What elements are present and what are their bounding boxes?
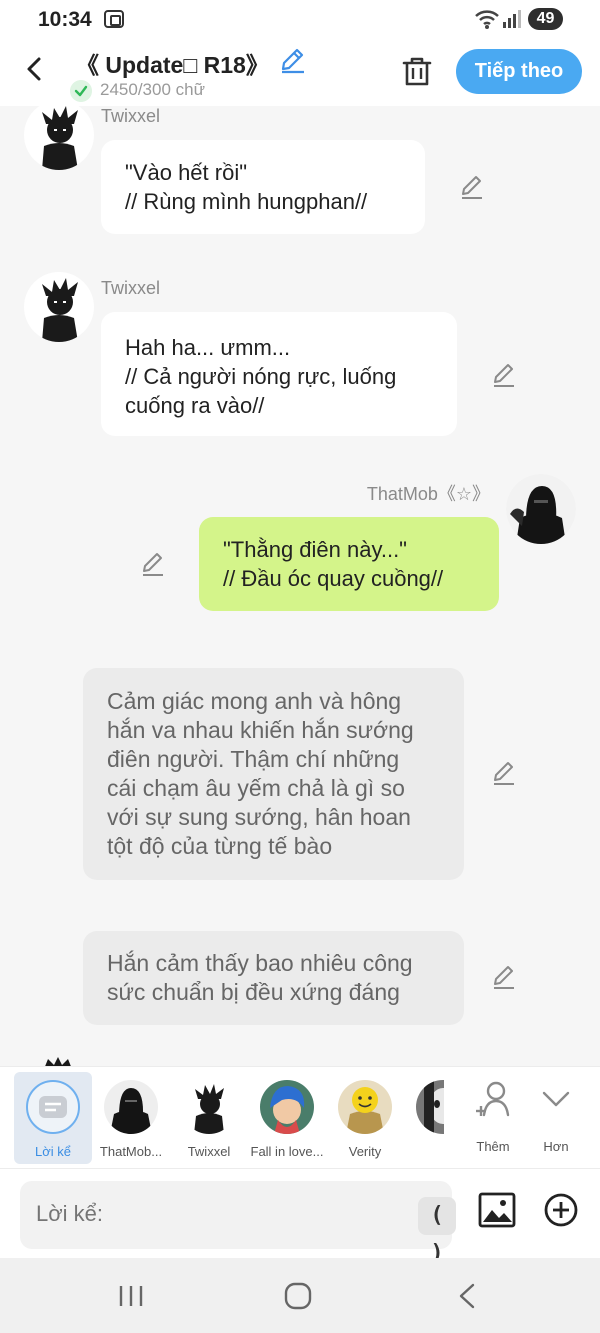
character-selector: Lời kể ThatMob... Twixxel Fall in love..… (0, 1066, 600, 1168)
message-bubble[interactable]: Hah ha... ưmm... // Cả người nóng rực, l… (101, 312, 457, 436)
status-time: 10:34 (38, 8, 92, 31)
composer-box[interactable]: ( ) (20, 1181, 456, 1266)
word-count: 2450/300 chữ (100, 80, 205, 99)
status-bar: 10:34 49 (0, 0, 600, 40)
wifi-icon (475, 10, 499, 29)
speaker-name: Twixxel (101, 106, 161, 126)
battery-indicator: 49 (528, 8, 563, 30)
home-icon[interactable] (284, 1282, 312, 1310)
avatar-twixxel[interactable] (24, 272, 94, 342)
speaker-name: ThatMob《☆》 (366, 484, 490, 504)
cast-item-verity[interactable]: Verity (326, 1072, 404, 1164)
cast-item-partial[interactable] (404, 1072, 444, 1164)
narration-bubble[interactable]: Cảm giác mong anh và hông hắn va nhau kh… (83, 668, 464, 880)
chevron-down-icon (542, 1091, 570, 1107)
cast-label: ThatMob... (99, 1144, 163, 1159)
add-person-icon (476, 1081, 510, 1117)
image-icon[interactable] (478, 1191, 516, 1229)
cast-item-fall-in-love[interactable]: Fall in love... (248, 1072, 326, 1164)
story-title: 《 Update□ R18》 (76, 52, 269, 78)
parentheses-button[interactable]: ( ) (418, 1197, 456, 1266)
message-bubble[interactable]: "Vào hết rồi" // Rùng mình hungphan// (101, 140, 425, 234)
edit-pencil-icon[interactable] (491, 760, 517, 786)
edit-pencil-icon[interactable] (491, 362, 517, 388)
spiky-hair-avatar (182, 1080, 236, 1134)
message-bubble[interactable]: "Thằng điên này..." // Đầu óc quay cuồng… (199, 517, 499, 611)
edit-title-pencil-icon[interactable] (278, 46, 306, 74)
screen-record-icon (104, 10, 124, 28)
trash-icon[interactable] (400, 54, 434, 88)
cast-item-twixxel[interactable]: Twixxel (170, 1072, 248, 1164)
edit-pencil-icon[interactable] (140, 551, 166, 577)
recent-apps-icon[interactable] (116, 1284, 146, 1308)
avatar-peek (40, 1056, 76, 1066)
avatar-twixxel[interactable] (24, 106, 94, 170)
hooded-figure-avatar (104, 1080, 158, 1134)
cast-item-narration[interactable]: Lời kể (14, 1072, 92, 1164)
mask-avatar (416, 1080, 444, 1134)
back-arrow-icon[interactable] (18, 52, 52, 86)
avatar-thatmob[interactable] (506, 474, 576, 544)
system-nav-bar (0, 1258, 600, 1333)
edit-pencil-icon[interactable] (491, 964, 517, 990)
nav-back-icon[interactable] (456, 1282, 478, 1310)
edit-pencil-icon[interactable] (459, 174, 485, 200)
signal-icon (503, 10, 521, 28)
editor-header: 《 Update□ R18》 2450/300 chữ Tiếp theo (0, 40, 600, 106)
more-label: Hơn (543, 1139, 569, 1154)
speaker-name: Twixxel (101, 278, 161, 298)
next-button[interactable]: Tiếp theo (456, 49, 582, 94)
composer-bar: ( ) (0, 1168, 600, 1266)
more-button[interactable]: Hơn (527, 1075, 585, 1155)
narration-input[interactable] (36, 1201, 396, 1227)
blue-hair-avatar (260, 1080, 314, 1134)
cast-label: Lời kể (35, 1144, 71, 1159)
add-label: Thêm (476, 1139, 510, 1154)
check-circle-icon (70, 80, 92, 102)
cast-label: Twixxel (187, 1144, 231, 1159)
chat-area[interactable]: Twixxel "Vào hết rồi" // Rùng mình hungp… (0, 106, 600, 1066)
narration-icon (26, 1080, 80, 1134)
cast-label: Verity (348, 1144, 382, 1159)
cast-item-thatmob[interactable]: ThatMob... (92, 1072, 170, 1164)
cast-label: Fall in love... (250, 1144, 324, 1159)
add-circle-icon[interactable] (542, 1191, 580, 1229)
yellow-face-avatar (338, 1080, 392, 1134)
narration-bubble[interactable]: Hắn cảm thấy bao nhiêu công sức chuẩn bị… (83, 931, 464, 1025)
add-character-button[interactable]: Thêm (464, 1075, 522, 1155)
